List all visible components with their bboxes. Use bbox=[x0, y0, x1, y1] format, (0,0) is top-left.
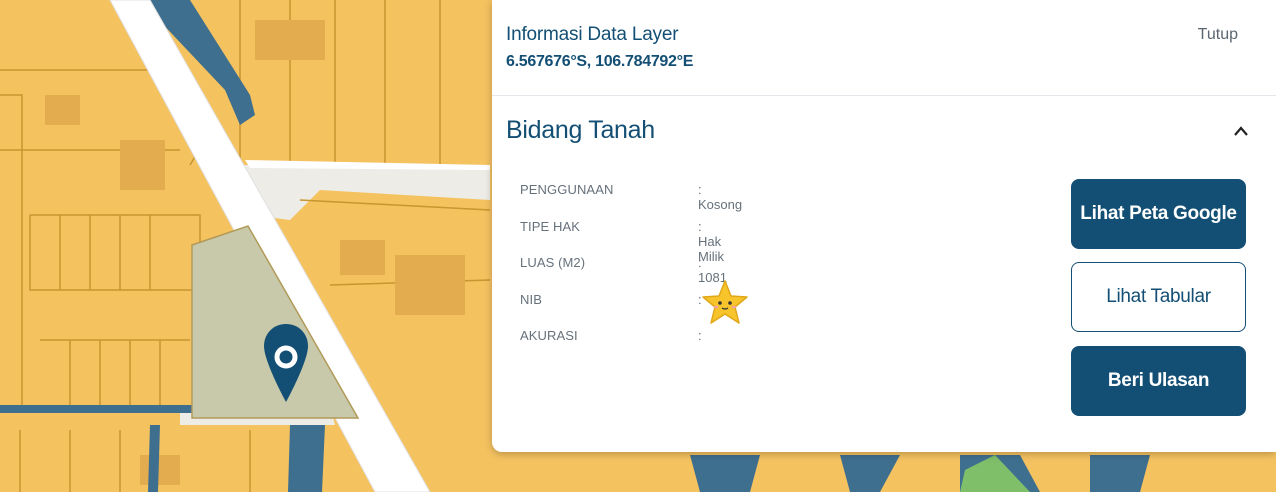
close-button[interactable]: Tutup bbox=[1198, 26, 1238, 44]
attribute-key: TIPE HAK bbox=[520, 218, 581, 234]
attribute-key: PENGGUNAAN bbox=[520, 182, 614, 197]
review-button[interactable]: Beri Ulasan bbox=[1071, 346, 1246, 416]
google-map-button[interactable]: Lihat Peta Google bbox=[1071, 179, 1246, 249]
attribute-key: LUAS (M2) bbox=[520, 255, 586, 270]
info-panel: Informasi Data Layer 6.567676°S, 106.784… bbox=[492, 0, 1276, 452]
location-pin-icon[interactable] bbox=[262, 322, 310, 404]
coordinates: 6.567676°S, 106.784792°E bbox=[506, 53, 694, 70]
section-title: Bidang Tanah bbox=[506, 116, 655, 144]
attribute-value: : bbox=[698, 328, 702, 343]
attribute-value: : Kosong bbox=[698, 182, 743, 212]
star-emoji-icon bbox=[702, 280, 748, 324]
attribute-key: NIB bbox=[520, 291, 542, 307]
panel-header: Informasi Data Layer 6.567676°S, 106.784… bbox=[492, 0, 1276, 96]
chevron-up-icon[interactable] bbox=[1232, 124, 1250, 138]
attribute-key: AKURASI bbox=[520, 328, 578, 343]
panel-title: Informasi Data Layer bbox=[506, 24, 679, 45]
tabular-button[interactable]: Lihat Tabular bbox=[1071, 262, 1246, 332]
